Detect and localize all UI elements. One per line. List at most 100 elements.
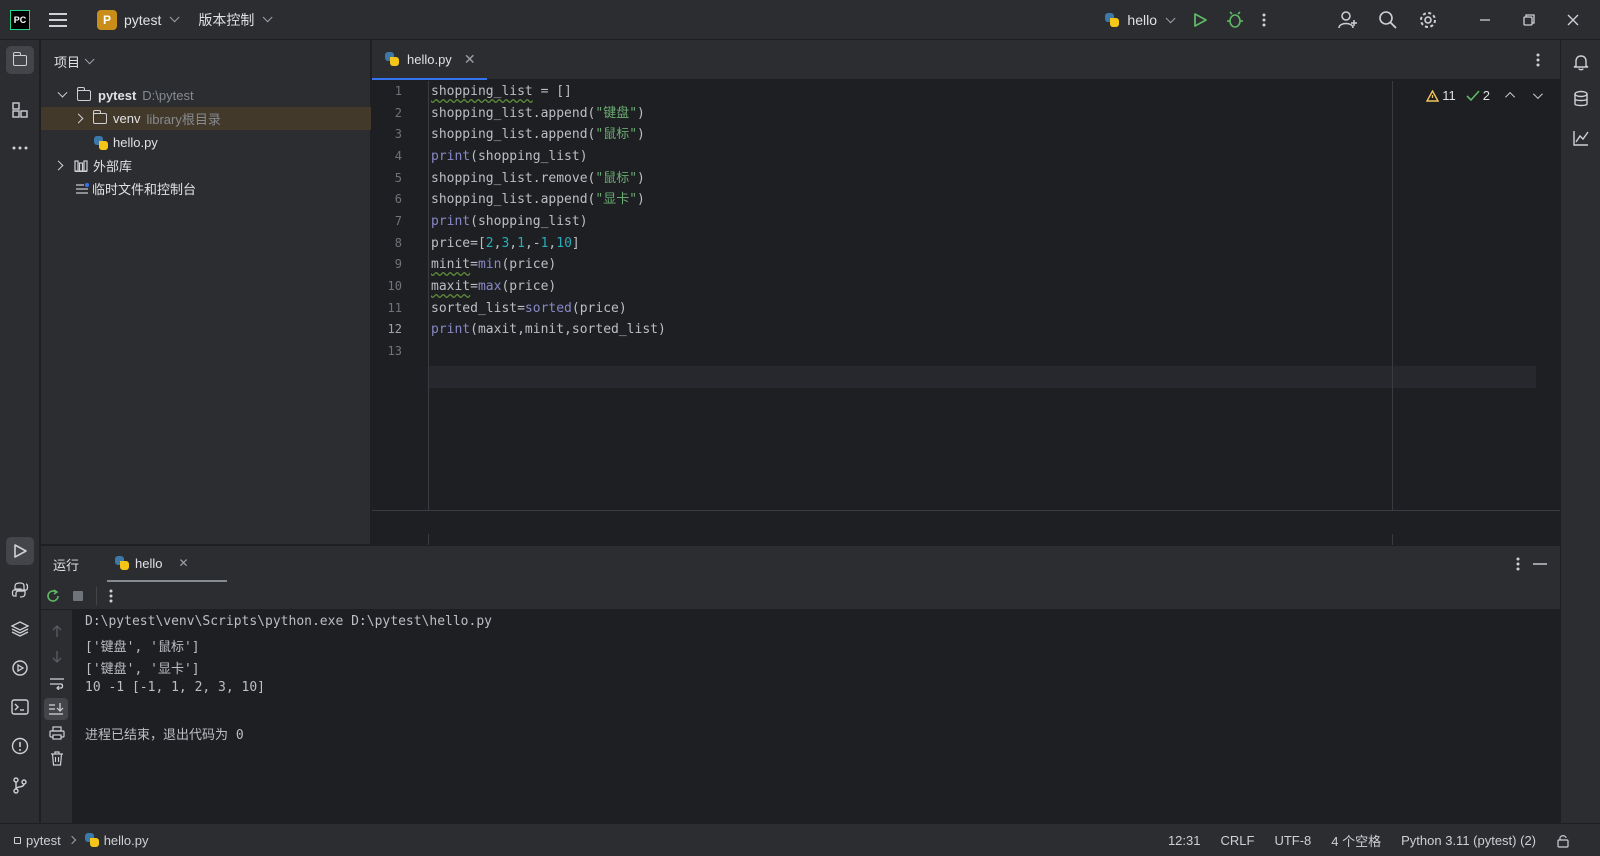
tree-item-external-libraries[interactable]: 外部库 xyxy=(41,154,371,177)
tree-item-label: pytest xyxy=(98,88,137,103)
inspection-widget[interactable]: 11 2 xyxy=(1426,88,1543,103)
rerun-icon xyxy=(47,589,59,602)
database-button[interactable] xyxy=(1567,85,1595,113)
tab-hello-py[interactable]: hello.py ✕ xyxy=(372,40,487,80)
run-panel-options-button[interactable] xyxy=(1516,556,1520,572)
project-tool-button[interactable] xyxy=(6,46,34,74)
stop-icon xyxy=(73,591,83,601)
python-file-icon xyxy=(94,135,108,150)
vcs-menu[interactable]: 版本控制 xyxy=(198,10,273,30)
window-restore-button[interactable] xyxy=(1522,13,1536,27)
run-more-button[interactable] xyxy=(109,588,113,604)
clear-all-button[interactable] xyxy=(50,751,64,766)
debug-button[interactable] xyxy=(1226,11,1244,29)
previous-problem-icon[interactable] xyxy=(1505,91,1516,102)
code-with-me-button[interactable] xyxy=(1338,10,1358,30)
problems-button[interactable] xyxy=(6,732,34,760)
tree-item-hello-py[interactable]: hello.py xyxy=(41,131,371,154)
python-interpreter[interactable]: Python 3.11 (pytest) (2) xyxy=(1401,833,1536,848)
tree-item-label: 临时文件和控制台 xyxy=(92,182,197,197)
code-line: print(shopping_list) xyxy=(431,149,588,164)
code-line: shopping_list = [] xyxy=(431,84,572,99)
sciview-button[interactable] xyxy=(1567,124,1595,152)
code-line: maxit=max(price) xyxy=(431,279,557,294)
tab-label: hello.py xyxy=(407,51,452,67)
python-console-button[interactable] xyxy=(6,576,34,604)
git-button[interactable] xyxy=(6,771,34,799)
console-line: ['键盘', '显卡'] xyxy=(85,662,200,677)
breadcrumb-project[interactable]: pytest xyxy=(26,833,61,848)
tree-item-venv[interactable]: venv library根目录 xyxy=(41,107,371,130)
soft-wrap-button[interactable] xyxy=(49,676,65,690)
window-close-button[interactable] xyxy=(1566,13,1580,27)
run-button[interactable] xyxy=(1192,12,1208,28)
run-panel-title: 运行 xyxy=(53,557,80,573)
scroll-to-end-button[interactable] xyxy=(44,698,68,720)
bell-icon xyxy=(1573,55,1589,71)
tree-item-pytest[interactable]: pytest D:\pytest xyxy=(41,84,371,107)
close-tab-icon[interactable]: ✕ xyxy=(464,51,476,68)
console-output[interactable]: D:\pytest\venv\Scripts\python.exe D:\pyt… xyxy=(73,610,1560,824)
project-name: pytest xyxy=(124,11,162,28)
more-vertical-icon xyxy=(1536,53,1540,67)
project-panel: 项目 pytest D:\pytest venv library根目录 hell… xyxy=(41,40,371,544)
wrap-icon xyxy=(50,678,64,690)
lock-icon[interactable] xyxy=(1556,834,1570,848)
project-panel-title[interactable]: 项目 xyxy=(54,52,95,71)
editor-tab-bar: hello.py ✕ xyxy=(372,40,1560,80)
arrow-down-icon xyxy=(52,651,62,663)
folder-icon xyxy=(12,51,27,66)
more-actions-button[interactable] xyxy=(1262,12,1266,28)
scroll-down-button[interactable] xyxy=(50,650,64,664)
run-panel-header: 运行 xyxy=(41,546,1560,582)
breadcrumb-file[interactable]: hello.py xyxy=(104,833,149,848)
window-minimize-button[interactable] xyxy=(1478,13,1492,27)
more-tools-button[interactable] xyxy=(6,134,34,162)
structure-tool-button[interactable] xyxy=(6,96,34,124)
python-packages-button[interactable] xyxy=(6,615,34,643)
line-number-gutter: 1 2 3 4 5 6 7 8 9 10 11 12 13 xyxy=(372,81,429,551)
console-exit-message: 进程已结束，退出代码为 0 xyxy=(85,728,244,743)
title-bar: PC P pytest 版本控制 hello xyxy=(0,0,1600,40)
library-icon xyxy=(74,159,88,172)
indent-setting[interactable]: 4 个空格 xyxy=(1331,831,1381,850)
rerun-button[interactable] xyxy=(45,588,61,604)
close-tab-icon[interactable]: ✕ xyxy=(178,556,188,570)
tab-options-button[interactable] xyxy=(1536,52,1540,68)
weak-warnings-indicator[interactable]: 2 xyxy=(1466,88,1490,103)
scroll-up-button[interactable] xyxy=(50,624,64,638)
print-button[interactable] xyxy=(49,726,65,740)
project-switcher[interactable]: pytest xyxy=(124,11,180,28)
run-tool-button[interactable] xyxy=(6,537,34,565)
minimize-icon xyxy=(1480,19,1490,21)
terminal-button[interactable] xyxy=(6,693,34,721)
search-everywhere-button[interactable] xyxy=(1378,10,1398,30)
python-file-icon xyxy=(1105,13,1120,27)
tree-item-scratches[interactable]: 临时文件和控制台 xyxy=(41,177,371,200)
warnings-indicator[interactable]: 11 xyxy=(1426,88,1456,103)
hide-panel-button[interactable] xyxy=(1533,563,1547,565)
run-tab-hello[interactable]: hello ✕ xyxy=(107,546,227,582)
warning-icon xyxy=(1426,89,1440,102)
settings-button[interactable] xyxy=(1418,10,1438,30)
terminal-icon xyxy=(11,699,29,715)
line-number: 7 xyxy=(394,214,402,228)
main-menu-button[interactable] xyxy=(49,10,69,30)
editor-horizontal-scrollbar[interactable] xyxy=(372,510,1560,534)
services-button[interactable] xyxy=(6,654,34,682)
code-line: print(shopping_list) xyxy=(431,214,588,229)
next-problem-icon[interactable] xyxy=(1532,89,1543,100)
code-line: shopping_list.append("显卡") xyxy=(431,192,645,207)
weak-warnings-count: 2 xyxy=(1482,88,1490,103)
line-number: 9 xyxy=(394,257,402,271)
close-icon xyxy=(1567,14,1579,26)
file-encoding[interactable]: UTF-8 xyxy=(1274,833,1311,848)
stop-button[interactable] xyxy=(72,590,84,602)
line-separator[interactable]: CRLF xyxy=(1220,833,1254,848)
tree-item-label: hello.py xyxy=(113,135,158,150)
code-line: price=[2,3,1,-1,10] xyxy=(431,236,580,251)
notifications-button[interactable] xyxy=(1567,48,1595,76)
run-config-selector[interactable]: hello xyxy=(1105,12,1176,28)
project-panel-label: 项目 xyxy=(54,55,81,70)
caret-position[interactable]: 12:31 xyxy=(1168,833,1201,848)
